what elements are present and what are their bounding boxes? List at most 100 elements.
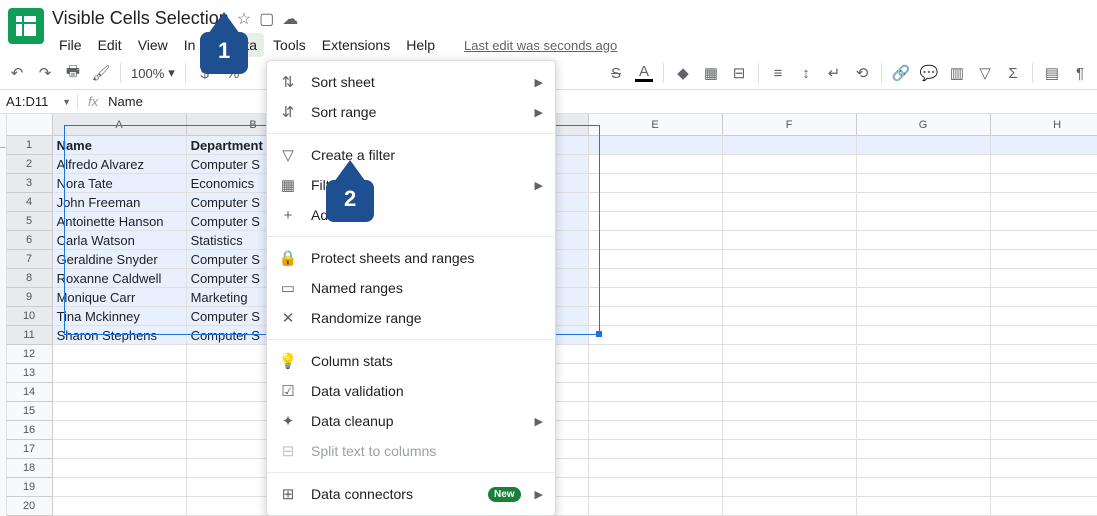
cell[interactable] bbox=[589, 402, 723, 421]
col-header-H[interactable]: H bbox=[991, 114, 1097, 136]
dd-item-9[interactable]: ✕Randomize range bbox=[267, 303, 555, 333]
print-icon[interactable]: 🖶 bbox=[64, 64, 82, 82]
cell[interactable] bbox=[723, 174, 857, 193]
cell[interactable] bbox=[589, 440, 723, 459]
cell[interactable] bbox=[589, 136, 723, 155]
row-header[interactable]: 16 bbox=[7, 421, 53, 440]
dd-item-8[interactable]: ▭Named ranges bbox=[267, 273, 555, 303]
cell[interactable] bbox=[589, 155, 723, 174]
cell[interactable] bbox=[991, 212, 1097, 231]
cell[interactable] bbox=[723, 269, 857, 288]
row-header[interactable]: 17 bbox=[7, 440, 53, 459]
cell[interactable] bbox=[991, 364, 1097, 383]
dd-item-5[interactable]: +Ad bbox=[267, 200, 555, 230]
cell[interactable] bbox=[589, 383, 723, 402]
cell[interactable] bbox=[857, 269, 991, 288]
formula-bar[interactable]: Name bbox=[108, 94, 143, 109]
cell[interactable] bbox=[991, 307, 1097, 326]
cell[interactable] bbox=[723, 421, 857, 440]
col-header-A[interactable]: A bbox=[53, 114, 187, 136]
menu-insert[interactable]: In bbox=[177, 33, 203, 57]
cell[interactable] bbox=[991, 288, 1097, 307]
cell[interactable] bbox=[723, 212, 857, 231]
wrap-icon[interactable]: ↵ bbox=[825, 64, 843, 82]
cell[interactable] bbox=[589, 250, 723, 269]
cell[interactable]: Roxanne Caldwell bbox=[53, 269, 187, 288]
dd-item-16[interactable]: ⊞Data connectorsNew▶ bbox=[267, 479, 555, 509]
cell[interactable] bbox=[589, 288, 723, 307]
link-icon[interactable]: 🔗 bbox=[892, 64, 910, 82]
cell[interactable]: Name bbox=[53, 136, 187, 155]
row-header[interactable]: 4 bbox=[7, 193, 53, 212]
move-icon[interactable]: ▢ bbox=[259, 9, 274, 29]
cell[interactable] bbox=[991, 478, 1097, 497]
cell[interactable]: Tina Mckinney bbox=[53, 307, 187, 326]
cell[interactable] bbox=[53, 364, 187, 383]
row-header[interactable]: 15 bbox=[7, 402, 53, 421]
cell[interactable] bbox=[991, 231, 1097, 250]
cell[interactable] bbox=[53, 421, 187, 440]
paint-format-icon[interactable]: 🖌 bbox=[92, 64, 110, 82]
row-header[interactable]: 12 bbox=[7, 345, 53, 364]
dd-item-3[interactable]: ▽Create a filter bbox=[267, 140, 555, 170]
cell[interactable] bbox=[589, 497, 723, 516]
cell[interactable] bbox=[589, 174, 723, 193]
cell[interactable] bbox=[857, 155, 991, 174]
cell[interactable] bbox=[991, 326, 1097, 345]
cell[interactable] bbox=[857, 402, 991, 421]
menu-tools[interactable]: Tools bbox=[266, 33, 313, 57]
currency-icon[interactable]: $ bbox=[196, 64, 214, 82]
name-box[interactable]: A1:D11▼ bbox=[0, 94, 78, 109]
row-header[interactable]: 9 bbox=[7, 288, 53, 307]
toolbar-misc2-icon[interactable]: ¶ bbox=[1071, 64, 1089, 82]
cell[interactable] bbox=[723, 478, 857, 497]
col-header-E[interactable]: E bbox=[589, 114, 723, 136]
cell[interactable] bbox=[53, 440, 187, 459]
dd-item-1[interactable]: ⇵Sort range▶ bbox=[267, 97, 555, 127]
cell[interactable] bbox=[991, 136, 1097, 155]
cell[interactable] bbox=[991, 345, 1097, 364]
cell[interactable] bbox=[53, 345, 187, 364]
cell[interactable] bbox=[991, 193, 1097, 212]
h-align-icon[interactable]: ≡ bbox=[769, 64, 787, 82]
row-header[interactable]: 6 bbox=[7, 231, 53, 250]
sheets-logo[interactable] bbox=[8, 8, 44, 44]
cell[interactable] bbox=[53, 383, 187, 402]
menu-format-hidden[interactable] bbox=[204, 41, 218, 49]
menu-data[interactable]: Data bbox=[220, 33, 264, 57]
cell[interactable] bbox=[857, 421, 991, 440]
cell[interactable] bbox=[857, 345, 991, 364]
chart-icon[interactable]: ▥ bbox=[948, 64, 966, 82]
cell[interactable]: Sharon Stephens bbox=[53, 326, 187, 345]
cell[interactable] bbox=[589, 326, 723, 345]
cell[interactable] bbox=[589, 269, 723, 288]
cell[interactable] bbox=[857, 231, 991, 250]
cell[interactable] bbox=[857, 250, 991, 269]
cell[interactable] bbox=[857, 364, 991, 383]
cell[interactable] bbox=[723, 231, 857, 250]
merge-icon[interactable]: ⊟ bbox=[730, 64, 748, 82]
cell[interactable] bbox=[723, 440, 857, 459]
zoom-select[interactable]: 100% ▾ bbox=[131, 65, 175, 81]
row-header[interactable]: 10 bbox=[7, 307, 53, 326]
cell[interactable] bbox=[857, 497, 991, 516]
cell[interactable] bbox=[857, 193, 991, 212]
last-edit-link[interactable]: Last edit was seconds ago bbox=[464, 38, 617, 53]
dd-item-12[interactable]: ☑Data validation bbox=[267, 376, 555, 406]
star-icon[interactable]: ☆ bbox=[237, 9, 251, 29]
rotate-icon[interactable]: ⟲ bbox=[853, 64, 871, 82]
cell[interactable]: Nora Tate bbox=[53, 174, 187, 193]
dd-item-13[interactable]: ✦Data cleanup▶ bbox=[267, 406, 555, 436]
cell[interactable] bbox=[53, 402, 187, 421]
menu-edit[interactable]: Edit bbox=[91, 33, 129, 57]
cell[interactable] bbox=[723, 345, 857, 364]
v-align-icon[interactable]: ↕ bbox=[797, 64, 815, 82]
cell[interactable] bbox=[991, 250, 1097, 269]
row-header[interactable]: 3 bbox=[7, 174, 53, 193]
cell[interactable]: Monique Carr bbox=[53, 288, 187, 307]
cell[interactable] bbox=[589, 212, 723, 231]
cell[interactable] bbox=[857, 459, 991, 478]
functions-icon[interactable]: Σ bbox=[1004, 64, 1022, 82]
row-header[interactable]: 18 bbox=[7, 459, 53, 478]
cell[interactable] bbox=[991, 174, 1097, 193]
